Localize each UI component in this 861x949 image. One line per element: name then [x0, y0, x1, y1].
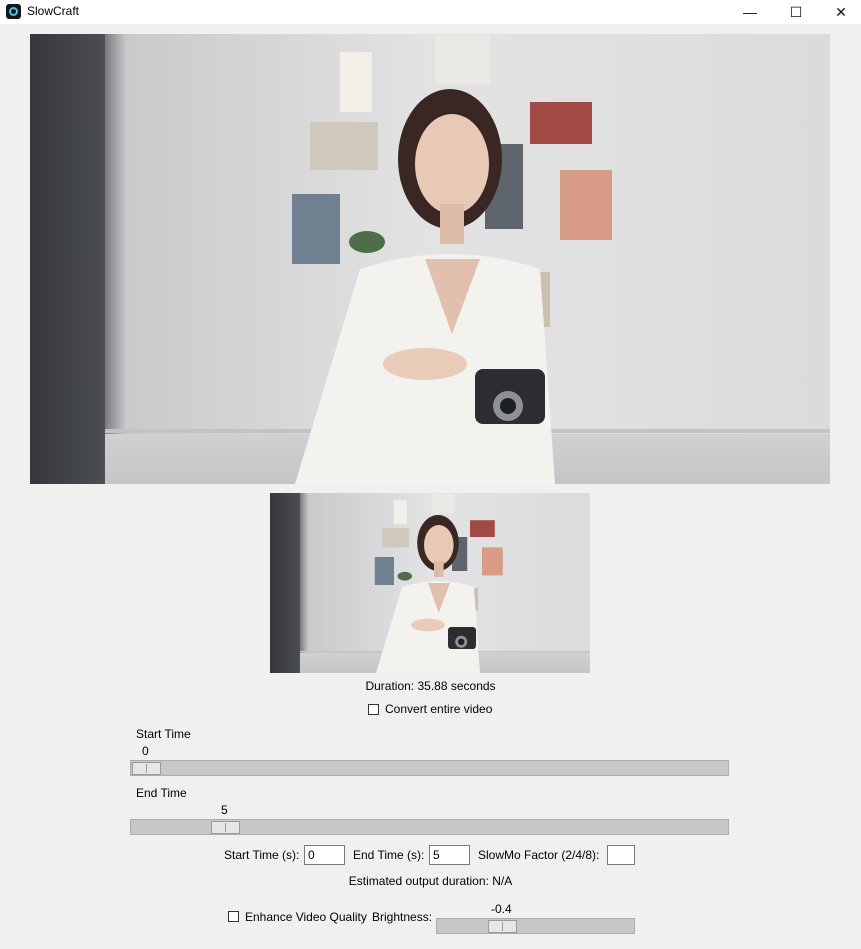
start-time-slider-handle[interactable] — [132, 762, 161, 775]
brightness-value: -0.4 — [491, 902, 512, 916]
start-time-scale-value: 0 — [142, 744, 149, 758]
start-time-slider[interactable] — [130, 760, 729, 776]
duration-label: Duration: 35.88 seconds — [365, 679, 496, 693]
slowmo-factor-label: SlowMo Factor (2/4/8): — [478, 848, 600, 862]
minimize-button[interactable]: — — [727, 0, 773, 24]
slowmo-factor-input[interactable] — [607, 845, 635, 865]
start-time-scale-label: Start Time — [136, 727, 191, 741]
estimated-duration-label: Estimated output duration: N/A — [348, 874, 513, 888]
start-time-input[interactable]: 0 — [304, 845, 345, 865]
end-time-scale-value: 5 — [221, 803, 228, 817]
start-time-field-label: Start Time (s): — [224, 848, 300, 862]
brightness-label: Brightness: — [372, 910, 433, 924]
video-thumbnail-image — [270, 493, 590, 673]
window-title: SlowCraft — [27, 4, 80, 18]
close-button[interactable]: ✕ — [818, 0, 861, 24]
end-time-scale-label: End Time — [136, 786, 187, 800]
end-time-slider-handle[interactable] — [211, 821, 240, 834]
convert-entire-checkbox[interactable] — [368, 703, 379, 715]
end-time-input[interactable]: 5 — [429, 845, 470, 865]
video-preview-main — [30, 34, 830, 484]
title-bar: SlowCraft — ☐ ✕ — [0, 0, 861, 24]
app-icon — [6, 4, 21, 19]
video-frame-image — [30, 34, 830, 484]
end-time-field-label: End Time (s): — [353, 848, 425, 862]
video-preview-thumbnail — [270, 493, 590, 673]
convert-entire-label: Convert entire video — [385, 702, 493, 716]
brightness-slider-handle[interactable] — [488, 920, 517, 933]
end-time-slider[interactable] — [130, 819, 729, 835]
brightness-slider[interactable] — [436, 918, 635, 934]
convert-entire-row[interactable]: Convert entire video — [368, 702, 492, 716]
maximize-button[interactable]: ☐ — [773, 0, 819, 24]
enhance-quality-checkbox[interactable] — [228, 911, 239, 922]
enhance-quality-label: Enhance Video Quality — [245, 910, 367, 924]
